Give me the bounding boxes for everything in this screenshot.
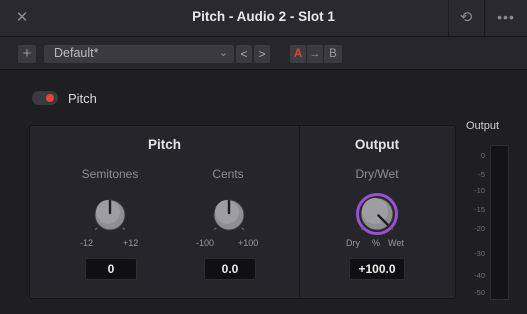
knob-range-tick [241,227,245,231]
plugin-label: Pitch [68,91,97,106]
drywet-dry-label: Dry [346,238,360,248]
preset-toolbar: + Default* ⌄ < > A → B [0,37,527,70]
compare-a-button[interactable]: A [290,45,306,63]
output-level-meter [490,145,509,300]
drywet-unit-label: % [372,238,381,248]
cents-min-label: -100 [196,238,215,248]
toggle-indicator [46,94,54,102]
preset-name: Default* [54,46,99,60]
next-preset-button[interactable]: > [254,45,270,63]
cents-value-field[interactable]: 0.0 [204,258,256,280]
plugin-enable-toggle[interactable] [32,91,58,105]
meter-tick-label: -20 [474,224,485,233]
semitones-value-field[interactable]: 0 [85,258,137,280]
chevron-down-icon: ⌄ [218,47,228,59]
meter-tick-label: -30 [474,249,485,258]
previous-preset-button[interactable]: < [236,45,252,63]
reset-icon[interactable]: ⟲ [448,0,483,36]
output-section-title: Output [354,137,400,152]
drywet-label: Dry/Wet [355,167,399,181]
meter-tick-label: -10 [474,186,485,195]
meter-tick-label: -40 [474,271,485,280]
knob-highlight [96,200,120,224]
semitones-label: Semitones [81,167,139,181]
drywet-wet-label: Wet [388,238,404,248]
semitones-min-label: -12 [80,238,94,248]
cents-max-label: +100 [238,238,259,248]
knob-highlight [215,200,239,224]
knob-range-tick [122,227,126,231]
meter-tick-label: 0 [480,151,485,160]
semitones-max-label: +12 [123,238,139,248]
more-options-icon[interactable]: ••• [484,0,527,36]
preset-dropdown[interactable]: Default* ⌄ [44,45,234,63]
cents-knob[interactable] [207,193,251,237]
copy-a-to-b-button[interactable]: → [307,45,323,63]
knob-range-tick [213,227,217,231]
semitones-knob[interactable] [88,193,132,237]
meter-tick-label: -50 [474,288,485,297]
meter-tick-label: -15 [474,205,485,214]
pitch-section-title: Pitch [147,137,181,152]
drywet-value-field[interactable]: +100.0 [349,258,405,280]
title-bar: ✕ Pitch - Audio 2 - Slot 1 ⟲ ••• [0,0,527,37]
knob-range-tick [94,227,98,231]
meter-title: Output [466,120,500,132]
add-preset-button[interactable]: + [18,45,36,63]
meter-tick-label: -5 [478,170,485,179]
drywet-knob[interactable] [354,191,400,237]
compare-b-button[interactable]: B [324,45,342,63]
cents-label: Cents [212,167,244,181]
